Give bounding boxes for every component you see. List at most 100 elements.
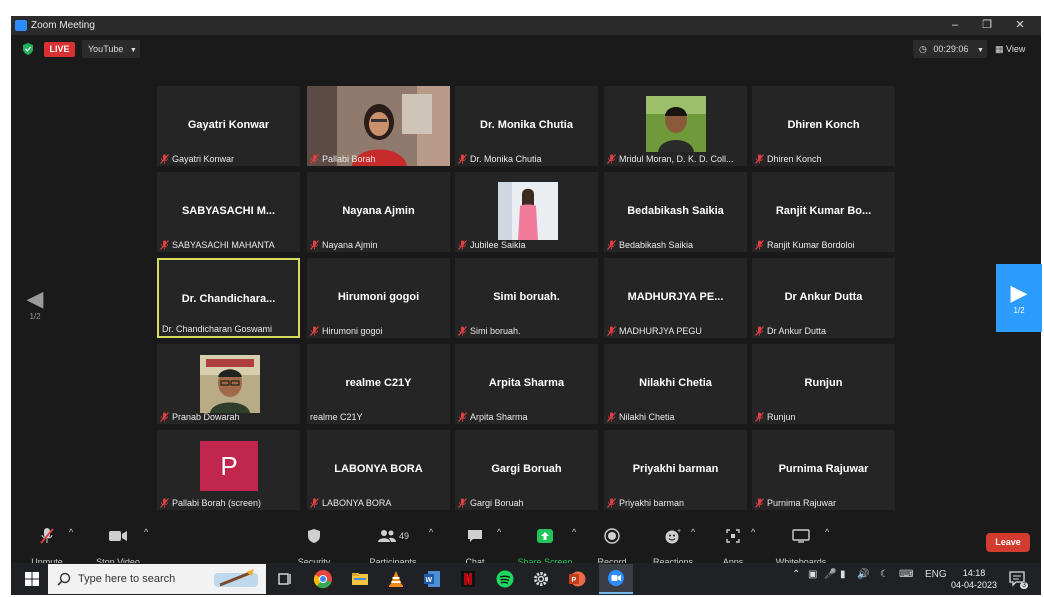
shield-icon[interactable] (22, 43, 34, 55)
audio-options-caret[interactable]: ^ (69, 527, 73, 537)
participants-button[interactable]: 49 Participants (366, 527, 420, 567)
mic-muted-icon (755, 326, 764, 336)
video-options-caret[interactable]: ^ (144, 527, 148, 537)
tray-chevron-icon[interactable]: ⌃ (792, 569, 800, 580)
view-button[interactable]: ▦ View (995, 40, 1035, 58)
participant-tile-realme-c21y[interactable]: realme C21Y realme C21Y (307, 344, 450, 424)
apps-button[interactable]: Apps (719, 527, 747, 567)
participant-name-text: Dr. Monika Chutia (470, 154, 542, 164)
word-icon[interactable]: W (422, 569, 442, 589)
security-button[interactable]: Security (294, 527, 334, 567)
participant-name-label: Gargi Boruah (458, 498, 596, 508)
battery-icon[interactable]: ▮ (840, 569, 846, 580)
participant-tile-nayana-ajmin[interactable]: Nayana Ajmin Nayana Ajmin (307, 172, 450, 252)
minimize-button[interactable]: – (941, 17, 969, 34)
notification-count: 3 (1020, 582, 1028, 589)
windows-start-icon[interactable] (25, 572, 39, 586)
participant-display-name: Purnima Rajuwar (778, 463, 869, 475)
mic-muted-icon (310, 240, 319, 250)
tray-mic-icon[interactable]: 🎤 (824, 569, 836, 580)
apps-options-caret[interactable]: ^ (751, 527, 755, 537)
share-options-caret[interactable]: ^ (572, 527, 576, 537)
participant-tile-labonya-bora[interactable]: LABONYA BORA LABONYA BORA (307, 430, 450, 510)
powerpoint-icon[interactable]: P (567, 569, 587, 589)
mic-muted-icon (607, 326, 616, 336)
taskbar-clock[interactable]: 14:18 04-04-2023 (951, 567, 997, 591)
language-indicator[interactable]: ENG (925, 569, 947, 580)
participant-name-label: MADHURJYA PEGU (607, 326, 745, 336)
netflix-icon[interactable] (458, 569, 478, 589)
stop-video-button[interactable]: Stop Video (91, 527, 145, 567)
participant-tile-dr-chandicharan-goswami[interactable]: Dr. Chandichara... Dr. Chandicharan Goswa… (157, 258, 300, 338)
restore-button[interactable]: ❐ (973, 17, 1001, 34)
settings-gear-icon[interactable] (531, 569, 551, 589)
participant-tile-sabyasachi-mahanta[interactable]: SABYASACHI M... SABYASACHI MAHANTA (157, 172, 300, 252)
mic-muted-icon (607, 412, 616, 422)
spotify-icon[interactable] (495, 569, 515, 589)
leave-button[interactable]: Leave (986, 533, 1030, 552)
participant-tile-pranab-dowarah[interactable]: Pranab Dowarah (157, 344, 300, 424)
participant-tile-gayatri-konwar[interactable]: Gayatri Konwar Gayatri Konwar (157, 86, 300, 166)
wifi-icon[interactable]: ☾ (880, 569, 889, 580)
vlc-icon[interactable] (386, 569, 406, 589)
live-badge[interactable]: LIVE (44, 42, 75, 57)
participant-tile-mridul-moran-d-k-d-coll[interactable]: Mridul Moran, D. K. D. Coll... (604, 86, 747, 166)
participant-tile-ranjit-kumar-bordoloi[interactable]: Ranjit Kumar Bo... Ranjit Kumar Bordoloi (752, 172, 895, 252)
participant-tile-jubilee-saikia[interactable]: Jubilee Saikia (455, 172, 598, 252)
meeting-timer[interactable]: ◷ 00:29:06 ▼ (913, 40, 987, 58)
participant-tile-bedabikash-saikia[interactable]: Bedabikash Saikia Bedabikash Saikia (604, 172, 747, 252)
participant-name-label: Purnima Rajuwar (755, 498, 893, 508)
participant-tile-purnima-rajuwar[interactable]: Purnima Rajuwar Purnima Rajuwar (752, 430, 895, 510)
whiteboards-button[interactable]: Whiteboards (771, 527, 831, 567)
taskbar-search-box[interactable]: Type here to search (48, 564, 266, 594)
mic-muted-icon (310, 498, 319, 508)
share-screen-button[interactable]: Share Screen (516, 527, 574, 567)
participant-tile-priyakhi-barman[interactable]: Priyakhi barman Priyakhi barman (604, 430, 747, 510)
participant-tile-dr-ankur-dutta[interactable]: Dr Ankur Dutta Dr Ankur Dutta (752, 258, 895, 338)
participant-name-text: SABYASACHI MAHANTA (172, 240, 275, 250)
chrome-icon[interactable] (313, 569, 333, 589)
participant-tile-gargi-boruah[interactable]: Gargi Boruah Gargi Boruah (455, 430, 598, 510)
close-button[interactable]: ✕ (1006, 17, 1034, 34)
file-explorer-icon[interactable] (350, 569, 370, 589)
mic-muted-icon (40, 528, 54, 544)
page-indicator-left: 1/2 (29, 312, 41, 321)
reactions-button[interactable]: + Reactions (651, 527, 695, 567)
reactions-options-caret[interactable]: ^ (691, 527, 695, 537)
view-label: View (1006, 44, 1026, 54)
tray-device-icon[interactable]: ▣ (808, 569, 817, 580)
mic-muted-icon (755, 240, 764, 250)
task-view-icon[interactable] (275, 569, 295, 589)
participant-tile-hirumoni-gogoi[interactable]: Hirumoni gogoi Hirumoni gogoi (307, 258, 450, 338)
previous-page-button[interactable]: ◀ 1/2 (25, 286, 45, 334)
participant-tile-pallabi-borah-screen[interactable]: P Pallabi Borah (screen) (157, 430, 300, 510)
whiteboards-options-caret[interactable]: ^ (825, 527, 829, 537)
mic-muted-icon (310, 326, 319, 336)
search-icon (57, 572, 71, 586)
record-button[interactable]: Record (595, 527, 629, 567)
timer-value: 00:29:06 (933, 44, 969, 54)
participant-tile-madhurjya-pegu[interactable]: MADHURJYA PE... MADHURJYA PEGU (604, 258, 747, 338)
svg-text:W: W (426, 577, 433, 584)
stream-dropdown[interactable]: YouTube ▼ (82, 40, 140, 58)
participant-tile-nilakhi-chetia[interactable]: Nilakhi Chetia Nilakhi Chetia (604, 344, 747, 424)
notification-center-icon[interactable]: 3 (1008, 569, 1028, 589)
participant-name-label: Bedabikash Saikia (607, 240, 745, 250)
participant-tile-dr-monika-chutia[interactable]: Dr. Monika Chutia Dr. Monika Chutia (455, 86, 598, 166)
security-shield-icon (308, 529, 320, 543)
participant-tile-arpita-sharma[interactable]: Arpita Sharma Arpita Sharma (455, 344, 598, 424)
volume-icon[interactable]: 🔊 (857, 569, 869, 580)
chat-button[interactable]: Chat (461, 527, 489, 567)
participant-tile-dhiren-konch[interactable]: Dhiren Konch Dhiren Konch (752, 86, 895, 166)
participants-options-caret[interactable]: ^ (429, 527, 433, 537)
next-page-button[interactable]: ▶ 1/2 (996, 264, 1042, 332)
unmute-button[interactable]: Unmute (27, 527, 67, 567)
participant-tile-runjun[interactable]: Runjun Runjun (752, 344, 895, 424)
participants-icon (377, 530, 396, 542)
participant-tile-simi-boruah[interactable]: Simi boruah. Simi boruah. (455, 258, 598, 338)
zoom-taskbar-icon[interactable] (599, 564, 633, 594)
keyboard-icon[interactable]: ⌨ (899, 569, 913, 580)
participant-tile-pallabi-borah[interactable]: Pallabi Borah (307, 86, 450, 166)
participant-name-text: Nilakhi Chetia (619, 412, 675, 422)
chat-options-caret[interactable]: ^ (497, 527, 501, 537)
